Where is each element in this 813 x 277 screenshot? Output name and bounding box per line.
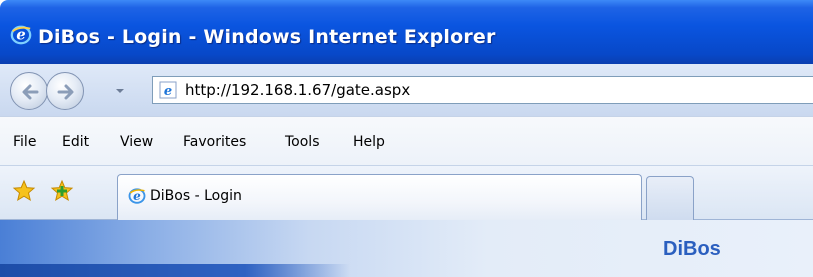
menu-view[interactable]: View <box>120 134 153 150</box>
back-button[interactable] <box>10 72 48 110</box>
menu-favorites[interactable]: Favorites <box>183 134 246 150</box>
menu-help[interactable]: Help <box>353 134 385 150</box>
window-titlebar[interactable]: e DiBos - Login - Windows Internet Explo… <box>0 0 813 64</box>
menu-bar: File Edit View Favorites Tools Help <box>0 116 813 166</box>
menu-edit[interactable]: Edit <box>62 134 89 150</box>
navigation-buttons <box>8 72 128 110</box>
menu-tools[interactable]: Tools <box>285 134 320 150</box>
tab-active[interactable]: e DiBos - Login <box>117 174 642 220</box>
page-ie-icon: e <box>159 81 177 99</box>
window-title: DiBos - Login - Windows Internet Explore… <box>38 26 496 48</box>
header-shade <box>0 264 350 277</box>
address-url: http://192.168.1.67/gate.aspx <box>185 81 411 99</box>
menu-file[interactable]: File <box>13 134 36 150</box>
back-arrow-icon <box>22 84 39 100</box>
address-input[interactable]: e http://192.168.1.67/gate.aspx <box>152 76 813 104</box>
tab-label: DiBos - Login <box>150 188 242 204</box>
chevron-down-icon[interactable] <box>114 87 126 95</box>
forward-arrow-icon <box>57 84 74 100</box>
ie-logo-icon: e <box>10 25 32 45</box>
new-tab-button[interactable] <box>646 176 694 220</box>
page-content: DiBos <box>0 220 813 277</box>
ie-logo-icon: e <box>128 188 146 204</box>
brand-logo: DiBos <box>663 238 721 260</box>
add-favorite-icon[interactable] <box>50 179 74 203</box>
tab-bar: e DiBos - Login <box>0 166 813 220</box>
address-bar-row: e http://192.168.1.67/gate.aspx <box>0 64 813 116</box>
svg-text:e: e <box>164 84 172 99</box>
forward-button[interactable] <box>46 72 84 110</box>
favorites-star-icon[interactable] <box>12 179 36 203</box>
